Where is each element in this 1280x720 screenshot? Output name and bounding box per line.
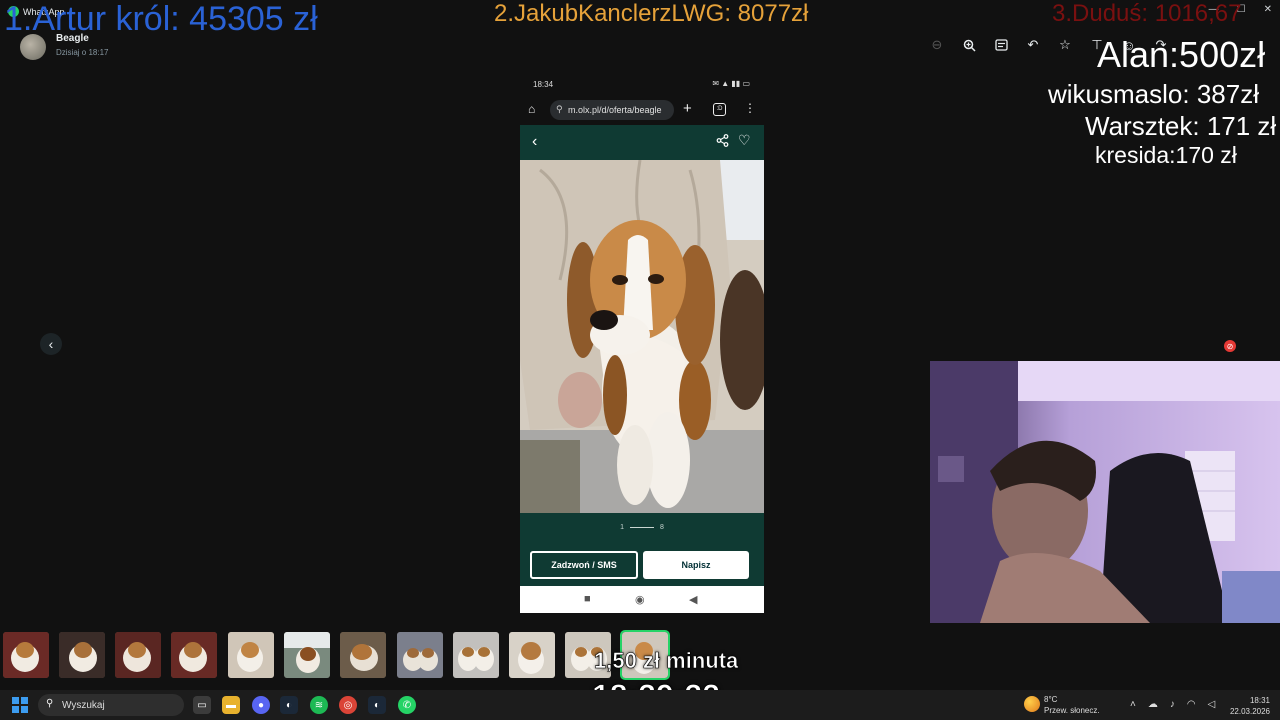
- caption-icon[interactable]: [992, 36, 1010, 54]
- home-icon: ⌂: [528, 102, 536, 116]
- url-text: m.olx.pl/d/oferta/beagle: [568, 105, 662, 115]
- phone-status-bar: 18:34 ✉ ▲ ▮▮ ▭: [520, 73, 764, 95]
- steam-icon-2[interactable]: ◐: [368, 696, 386, 714]
- olx-header: ‹ ♡: [520, 125, 764, 159]
- record-icon: ⊘: [1224, 340, 1236, 352]
- zoom-in-icon[interactable]: [960, 36, 978, 54]
- thumbnail[interactable]: [284, 632, 330, 678]
- chevron-up-icon[interactable]: ˄: [1130, 699, 1136, 710]
- taskbar: ⚲ Wyszukaj ▭ ▬ ● ◐ ≋ ◎ ◐ ✆ 8°C Przew. sł…: [0, 690, 1280, 720]
- site-info-icon: ⚲: [556, 104, 563, 114]
- donor-wikusmaslo: wikusmaslo: 387zł: [1048, 79, 1259, 109]
- webcam-feed: [930, 361, 1280, 623]
- phone-status-time: 18:34: [533, 80, 554, 89]
- task-view-icon[interactable]: ▭: [193, 696, 211, 714]
- weather-desc: Przew. słonecz.: [1044, 706, 1100, 715]
- reply-icon[interactable]: ↶: [1024, 36, 1042, 54]
- file-explorer-icon[interactable]: ▬: [222, 696, 240, 714]
- thumbnail[interactable]: [3, 632, 49, 678]
- beagle-puppy-photo: [520, 160, 764, 513]
- thumbnail[interactable]: [115, 632, 161, 678]
- close-button[interactable]: ✕: [1264, 4, 1272, 15]
- previous-image-button[interactable]: ‹: [40, 333, 62, 355]
- leaderboard-second: 2.JakubKanclerzLWG: 8077zł: [494, 0, 809, 27]
- microphone-icon[interactable]: ♪: [1170, 699, 1175, 710]
- chrome-icon[interactable]: ◎: [339, 696, 357, 714]
- spotify-icon[interactable]: ≋: [310, 696, 328, 714]
- pager-line: [630, 526, 654, 528]
- android-nav-bar: ■ ◉ ◀: [520, 586, 764, 613]
- thumbnail[interactable]: [171, 632, 217, 678]
- donor-warsztek: Warsztek: 171 zł: [1085, 111, 1277, 141]
- back-icon: ‹: [532, 133, 538, 150]
- discord-icon[interactable]: ●: [252, 696, 270, 714]
- system-tray: ˄ ☁ ♪ ◠ ◁: [1130, 699, 1215, 710]
- menu-icon: ⋮: [744, 101, 756, 115]
- url-bar: ⚲ m.olx.pl/d/oferta/beagle: [550, 100, 674, 120]
- back-triangle-icon: ◀: [689, 594, 698, 606]
- pager-total: 8: [660, 524, 664, 531]
- recent-apps-icon: ■: [584, 593, 591, 605]
- weather-widget[interactable]: 8°C Przew. słonecz.: [1024, 694, 1100, 716]
- phone-screenshot: 18:34 ✉ ▲ ▮▮ ▭ ⌂ ⚲ m.olx.pl/d/oferta/bea…: [520, 73, 764, 613]
- star-icon[interactable]: ☆: [1056, 36, 1074, 54]
- cloud-icon[interactable]: ☁: [1148, 699, 1158, 710]
- pager-current: 1: [620, 524, 624, 531]
- taskbar-search-placeholder: Wyszukaj: [62, 699, 105, 711]
- volume-icon[interactable]: ◁: [1208, 699, 1216, 710]
- call-sms-button: Zadzwoń / SMS: [530, 551, 638, 579]
- weather-temp: 8°C: [1044, 695, 1058, 704]
- whatsapp-icon[interactable]: ✆: [398, 696, 416, 714]
- write-message-button: Napisz: [643, 551, 749, 579]
- thumbnail[interactable]: [397, 632, 443, 678]
- tabs-icon: :D: [713, 103, 726, 116]
- chevron-left-icon: ‹: [48, 336, 54, 352]
- home-circle-icon: ◉: [635, 594, 645, 606]
- windows-start-icon[interactable]: [12, 697, 28, 713]
- thumbnail[interactable]: [59, 632, 105, 678]
- zoom-out-icon[interactable]: ⊖: [928, 36, 946, 54]
- thumbnail[interactable]: [228, 632, 274, 678]
- phone-status-icons: ✉ ▲ ▮▮ ▭: [712, 79, 750, 88]
- browser-bar: ⌂ ⚲ m.olx.pl/d/oferta/beagle + :D ⋮: [520, 95, 764, 125]
- taskbar-search[interactable]: ⚲ Wyszukaj: [38, 694, 184, 716]
- new-tab-icon: +: [683, 100, 692, 117]
- search-icon: ⚲: [46, 698, 54, 709]
- thumbnail[interactable]: [509, 632, 555, 678]
- donor-kresida: kresida:170 zł: [1095, 142, 1237, 168]
- image-pager: 18: [520, 524, 764, 531]
- thumbnail[interactable]: [340, 632, 386, 678]
- leaderboard-third: 3.Duduś: 1016,67: [1052, 0, 1242, 27]
- share-icon: [716, 134, 729, 150]
- donor-alan: Alan:500zł: [1097, 34, 1266, 75]
- sender-time: Dzisiaj o 18:17: [56, 48, 109, 57]
- taskbar-clock[interactable]: 18:31 22.03.2026: [1230, 695, 1270, 717]
- heart-icon: ♡: [738, 132, 751, 148]
- taskbar-time: 18:31: [1249, 696, 1270, 705]
- rate-per-minute-overlay: 1,50 zł minuta: [594, 648, 739, 674]
- wifi-icon[interactable]: ◠: [1187, 699, 1196, 710]
- thumbnail[interactable]: [453, 632, 499, 678]
- sun-icon: [1024, 696, 1040, 712]
- taskbar-date: 22.03.2026: [1229, 707, 1270, 716]
- leaderboard-first: 1.Artur król: 45305 zł: [4, 0, 318, 38]
- steam-icon[interactable]: ◐: [280, 696, 298, 714]
